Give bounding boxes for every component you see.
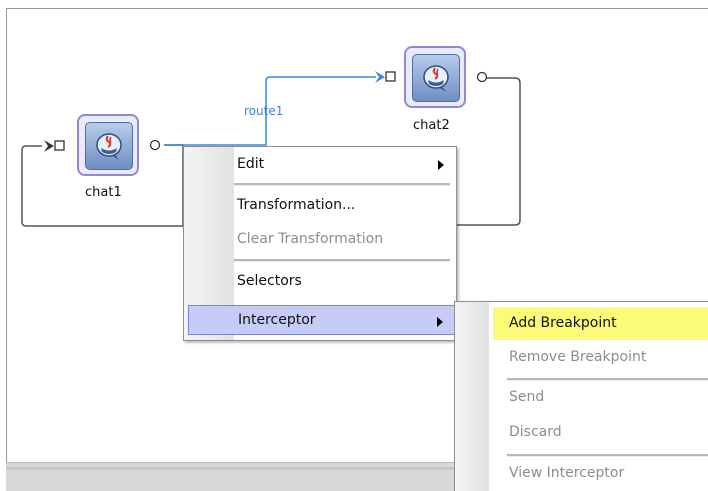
chat1-input-port[interactable] [54, 140, 65, 151]
menu-item-clear-transformation: Clear Transformation [234, 224, 456, 254]
menu-item-remove-breakpoint-label: Remove Breakpoint [509, 349, 647, 365]
menu-item-selectors-label: Selectors [237, 273, 302, 289]
context-menu: Edit Transformation... Clear Transformat… [183, 146, 457, 341]
interceptor-submenu: Add Breakpoint Remove Breakpoint Send Di… [454, 301, 708, 491]
chat2-output-port[interactable] [476, 71, 488, 83]
menu-item-send: Send [493, 381, 708, 414]
chat2-label: chat2 [413, 118, 450, 133]
chat1-node[interactable] [77, 114, 139, 176]
chat2-input-arrow-icon [375, 71, 385, 83]
java-component-icon [96, 133, 122, 160]
triangle-right-icon [438, 160, 444, 170]
menu-item-remove-breakpoint: Remove Breakpoint [493, 341, 708, 374]
menu-item-selectors[interactable]: Selectors [234, 266, 456, 296]
menu-separator [234, 259, 450, 262]
menu-item-interceptor[interactable]: Interceptor [188, 305, 456, 335]
menu-item-interceptor-label: Interceptor [238, 312, 316, 328]
menu-item-discard: Discard [493, 416, 708, 449]
chat2-node-body [412, 54, 460, 102]
chat1-label: chat1 [85, 185, 122, 200]
submenu-gutter [455, 302, 489, 491]
menu-item-transformation[interactable]: Transformation... [234, 190, 456, 220]
menu-item-transformation-label: Transformation... [237, 197, 356, 213]
application-window: chat1 chat2 route1 Edit Transformation..… [0, 0, 708, 491]
menu-item-edit-label: Edit [237, 156, 265, 172]
menu-item-view-interceptor-label: View Interceptor [509, 465, 625, 481]
menu-item-add-breakpoint-label: Add Breakpoint [509, 315, 617, 331]
chat2-input-port[interactable] [385, 71, 396, 82]
menu-item-edit[interactable]: Edit [234, 149, 456, 179]
menu-item-add-breakpoint[interactable]: Add Breakpoint [493, 307, 708, 340]
chat1-output-port[interactable] [149, 139, 161, 151]
menu-item-view-interceptor: View Interceptor [493, 457, 708, 490]
chat1-node-body [85, 122, 133, 170]
route1-label[interactable]: route1 [244, 104, 283, 118]
java-component-icon [423, 65, 449, 92]
chat1-input-arrow-icon [44, 140, 54, 152]
menu-item-send-label: Send [509, 389, 545, 405]
chat2-node[interactable] [404, 46, 466, 108]
menu-separator [234, 183, 450, 186]
menu-item-clear-transformation-label: Clear Transformation [237, 231, 384, 247]
triangle-right-icon [437, 317, 443, 327]
menu-item-discard-label: Discard [509, 424, 562, 440]
